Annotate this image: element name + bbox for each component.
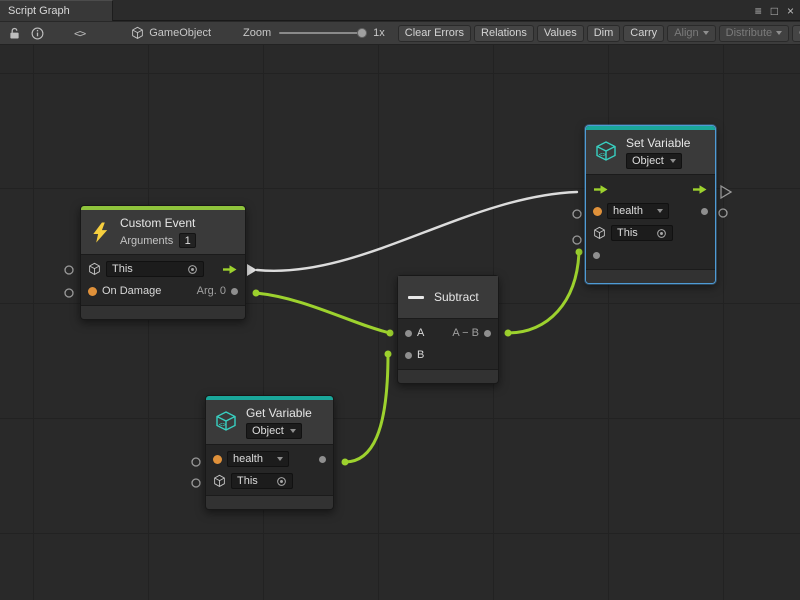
event-name-label: On Damage: [102, 285, 161, 297]
node-custom-event[interactable]: Custom Event Arguments 1 This: [80, 205, 246, 320]
relations-button[interactable]: Relations: [474, 25, 534, 42]
carry-button[interactable]: Carry: [623, 25, 664, 42]
input-a-port[interactable]: [405, 330, 412, 337]
target-object-field[interactable]: This: [611, 225, 673, 241]
close-icon[interactable]: ×: [787, 5, 794, 17]
chevron-down-icon: [703, 31, 709, 35]
variable-name-label: health: [613, 205, 643, 217]
result-label: A − B: [452, 327, 479, 339]
target-label: This: [237, 475, 258, 487]
flow-input-arrow-icon[interactable]: [593, 184, 609, 195]
value-output-port[interactable]: [319, 456, 326, 463]
graph-toolbar: <> GameObject Zoom 1x Clear Errors Relat…: [0, 22, 800, 45]
variable-cube-icon: <>: [594, 140, 618, 164]
arguments-field[interactable]: 1: [179, 233, 196, 248]
arguments-label: Arguments: [120, 235, 173, 247]
align-button: Align: [667, 25, 715, 42]
lock-icon[interactable]: [9, 27, 20, 40]
variable-name-dropdown[interactable]: health: [227, 451, 289, 467]
scope-label: Object: [632, 155, 664, 167]
arg0-output-port[interactable]: [231, 288, 238, 295]
object-picker-icon[interactable]: [276, 476, 287, 487]
overview-button[interactable]: Overv: [792, 25, 800, 42]
zoom-slider[interactable]: [279, 32, 365, 34]
node-footer: [586, 270, 715, 283]
chevron-down-icon: [277, 457, 283, 461]
node-title: Set Variable: [626, 136, 690, 150]
variable-scope-dropdown[interactable]: Object: [626, 153, 682, 169]
node-footer: [81, 306, 245, 319]
distribute-button: Distribute: [719, 25, 789, 42]
gameobject-cube-icon: [88, 262, 101, 276]
input-a-label: A: [417, 327, 424, 339]
chevron-down-icon: [776, 31, 782, 35]
chevron-down-icon: [670, 159, 676, 163]
target-object-field[interactable]: This: [231, 473, 293, 489]
target-label: This: [112, 263, 133, 275]
object-picker-icon[interactable]: [656, 228, 667, 239]
chevron-down-icon: [657, 209, 663, 213]
clear-errors-button[interactable]: Clear Errors: [398, 25, 471, 42]
gameobject-cube-icon: [131, 26, 144, 40]
zoom-label: Zoom: [243, 27, 271, 39]
zoom-slider-knob[interactable]: [357, 28, 367, 38]
dim-button[interactable]: Dim: [587, 25, 621, 42]
result-output-port[interactable]: [484, 330, 491, 337]
variable-name-port[interactable]: [593, 207, 602, 216]
subtract-icon: [408, 296, 424, 299]
scope-label: Object: [252, 425, 284, 437]
node-set-variable[interactable]: <> Set Variable Object health: [585, 125, 716, 284]
variable-name-dropdown[interactable]: health: [607, 203, 669, 219]
info-icon[interactable]: [31, 27, 44, 40]
value-output-port[interactable]: [701, 208, 708, 215]
chevron-down-icon: [290, 429, 296, 433]
window-tab-bar: Script Graph ≡ □ ×: [0, 0, 800, 21]
object-picker-icon[interactable]: [187, 264, 198, 275]
flow-output-arrow-icon[interactable]: [692, 184, 708, 195]
svg-text:<>: <>: [219, 421, 227, 429]
input-b-label: B: [417, 349, 424, 361]
variable-cube-icon: <>: [214, 410, 238, 434]
variable-scope-dropdown[interactable]: Object: [246, 423, 302, 439]
flow-output-arrow-icon[interactable]: [222, 264, 238, 275]
node-title: Get Variable: [246, 406, 312, 420]
values-button[interactable]: Values: [537, 25, 584, 42]
node-title: Custom Event: [120, 216, 196, 230]
target-label: This: [617, 227, 638, 239]
node-title: Subtract: [434, 290, 479, 304]
gameobject-cube-icon: [213, 474, 226, 488]
gameobject-cube-icon: [593, 226, 606, 240]
arg0-label: Arg. 0: [197, 285, 226, 297]
input-b-port[interactable]: [405, 352, 412, 359]
value-input-port[interactable]: [593, 252, 600, 259]
variable-name-port[interactable]: [213, 455, 222, 464]
event-name-port[interactable]: [88, 287, 97, 296]
window-menu-icon[interactable]: ≡: [755, 5, 762, 17]
tab-script-graph[interactable]: Script Graph: [0, 0, 113, 21]
gameobject-label: GameObject: [149, 27, 211, 39]
node-subtract[interactable]: Subtract A A − B B: [397, 275, 499, 384]
svg-text:<>: <>: [599, 151, 607, 159]
edit-source-icon[interactable]: <>: [74, 27, 85, 40]
node-get-variable[interactable]: <> Get Variable Object health This: [205, 395, 334, 510]
node-footer: [206, 496, 333, 509]
zoom-value: 1x: [373, 27, 385, 39]
node-footer: [398, 370, 498, 383]
lightning-icon: [89, 221, 112, 244]
target-object-field[interactable]: This: [106, 261, 204, 277]
variable-name-label: health: [233, 453, 263, 465]
maximize-icon[interactable]: □: [771, 5, 778, 17]
